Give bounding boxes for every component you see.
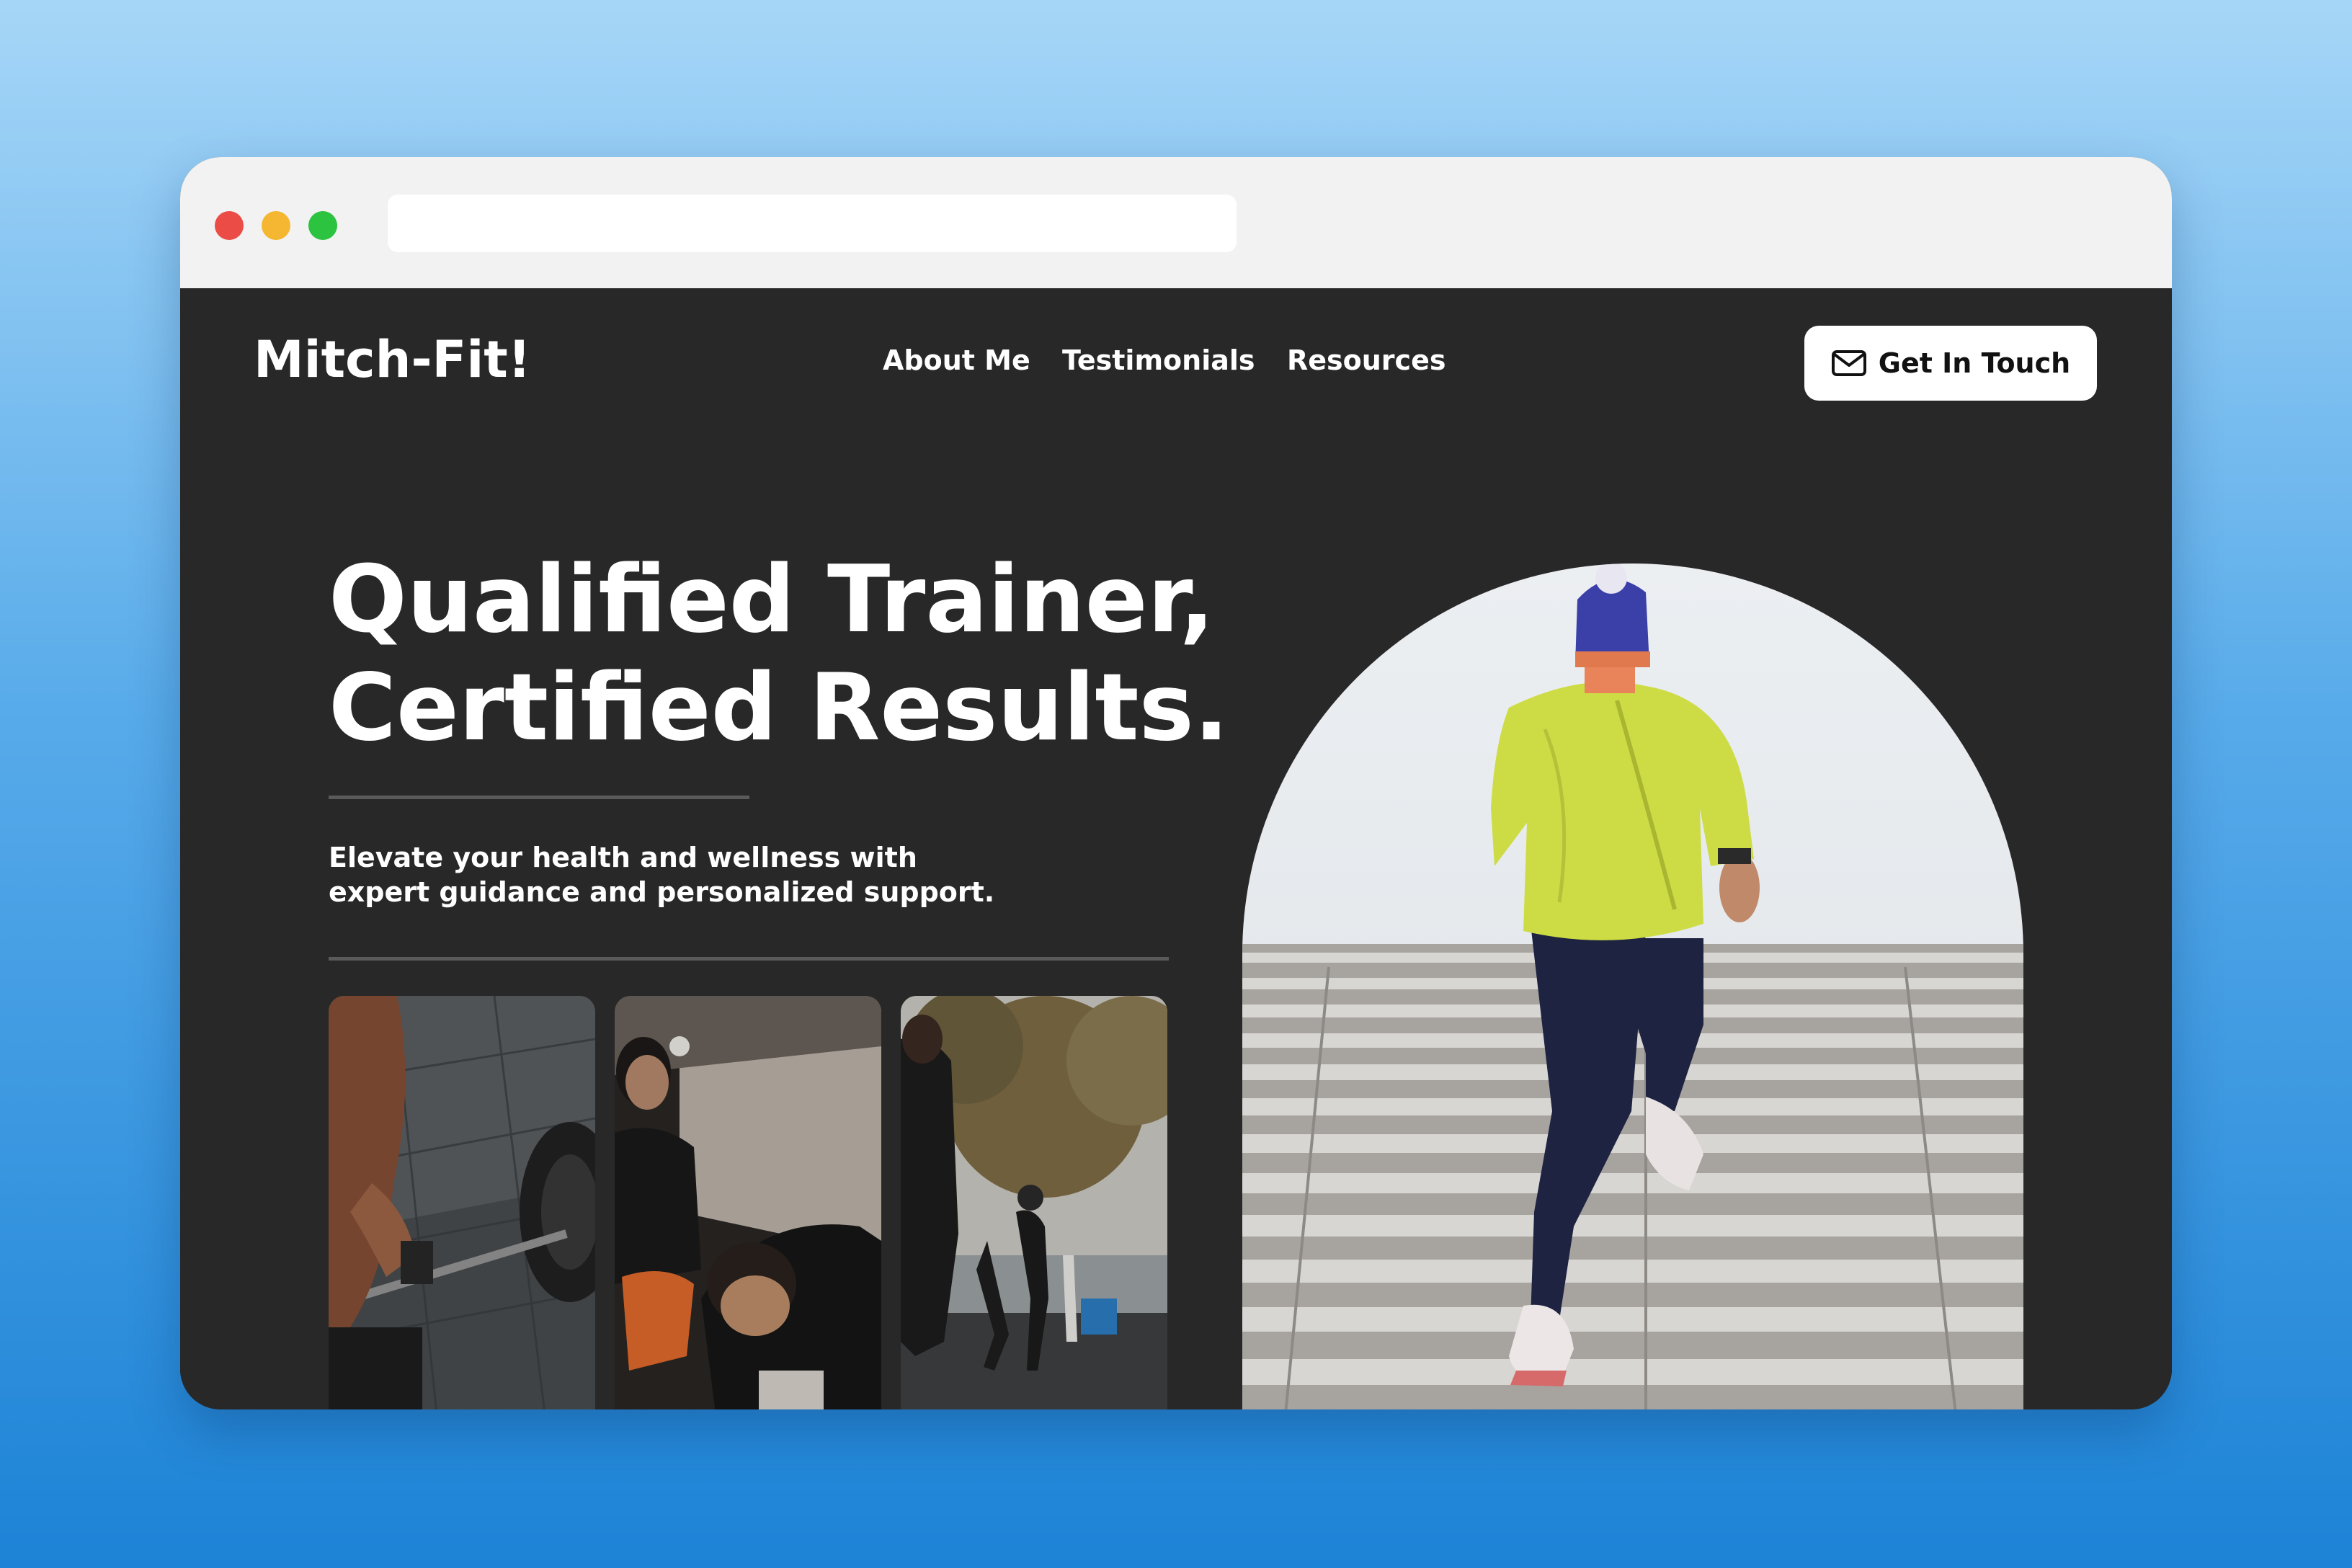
browser-chrome — [180, 157, 2172, 288]
headline-line-2: Certified Results. — [329, 654, 1229, 762]
personal-training-photo — [615, 996, 881, 1409]
subtext-divider — [329, 957, 1169, 961]
subtext-line-1: Elevate your health and wellness with — [329, 842, 917, 873]
address-bar[interactable] — [388, 195, 1237, 252]
headline-divider — [329, 796, 749, 799]
headline-line-1: Qualified Trainer, — [329, 546, 1215, 654]
nav-link-about-me[interactable]: About Me — [883, 344, 1030, 376]
get-in-touch-label: Get In Touch — [1878, 347, 2071, 379]
mail-icon — [1831, 350, 1866, 376]
close-window-dot[interactable] — [215, 211, 244, 240]
site-logo[interactable]: Mitch-Fit! — [254, 330, 531, 389]
nav-link-resources[interactable]: Resources — [1287, 344, 1446, 376]
group-running-photo — [901, 996, 1167, 1409]
hero-runner-image — [1242, 564, 2023, 1409]
nav-link-testimonials[interactable]: Testimonials — [1062, 344, 1255, 376]
hero-subtext: Elevate your health and wellness with ex… — [329, 840, 1049, 909]
maximize-window-dot[interactable] — [308, 211, 337, 240]
minimize-window-dot[interactable] — [262, 211, 290, 240]
get-in-touch-button[interactable]: Get In Touch — [1804, 326, 2097, 401]
browser-window: Mitch-Fit! About Me Testimonials Resourc… — [180, 157, 2172, 1409]
barbell-training-photo — [329, 996, 595, 1409]
hero-headline: Qualified Trainer, Certified Results. — [329, 546, 1229, 762]
subtext-line-2: expert guidance and personalized support… — [329, 876, 995, 908]
web-page: Mitch-Fit! About Me Testimonials Resourc… — [180, 288, 2172, 1409]
